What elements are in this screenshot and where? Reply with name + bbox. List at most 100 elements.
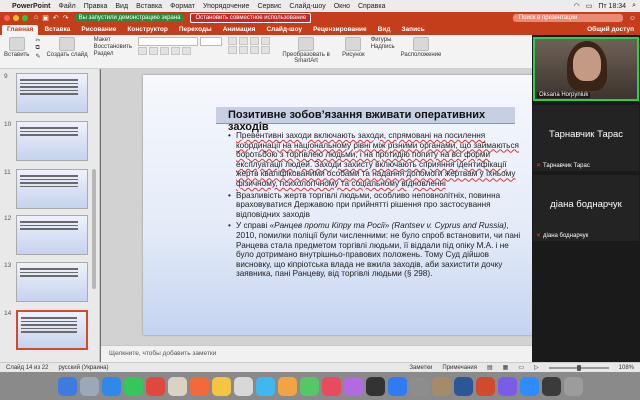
outdent-button[interactable]: [261, 37, 271, 45]
battery-icon[interactable]: ▭: [586, 2, 593, 10]
tab-draw[interactable]: Рисование: [76, 25, 121, 35]
photos-icon[interactable]: [277, 376, 297, 396]
search-input[interactable]: Поиск в презентации: [512, 14, 623, 22]
menu-edit[interactable]: Правка: [84, 3, 108, 10]
slide-thumbnail[interactable]: [16, 262, 88, 302]
minimize-window-button[interactable]: [13, 15, 19, 21]
zoom-app-icon[interactable]: [519, 376, 539, 396]
safari-icon[interactable]: [101, 376, 121, 396]
active-speaker-video[interactable]: Oksana Horpyniuk: [533, 37, 639, 101]
convert-smartart-button[interactable]: Преобразовать в SmartArt: [276, 37, 336, 64]
zoom-window-button[interactable]: [22, 15, 28, 21]
tv-icon[interactable]: [365, 376, 385, 396]
downloads-icon[interactable]: [541, 376, 561, 396]
justify-button[interactable]: [261, 46, 271, 54]
italic-button[interactable]: [149, 47, 159, 55]
tab-design[interactable]: Конструктор: [122, 25, 172, 35]
clock[interactable]: Пт 18:34: [598, 3, 626, 10]
layout-button[interactable]: Макет: [94, 37, 132, 43]
redo-icon[interactable]: ↷: [63, 14, 69, 22]
zoom-level[interactable]: 108%: [619, 365, 634, 371]
trash-icon[interactable]: [563, 376, 583, 396]
slideshow-view-icon[interactable]: ▷: [534, 364, 539, 371]
thumbnails-scrollbar[interactable]: [92, 169, 96, 289]
indent-button[interactable]: [250, 37, 260, 45]
underline-button[interactable]: [160, 47, 170, 55]
notes-pane[interactable]: Щелкните, чтобы добавить заметки: [101, 345, 532, 362]
podcasts-icon[interactable]: [343, 376, 363, 396]
slide-thumbnail-selected[interactable]: [16, 310, 88, 350]
reset-button[interactable]: Восстановить: [94, 44, 132, 50]
align-right-button[interactable]: [250, 46, 260, 54]
app-store-icon[interactable]: [387, 376, 407, 396]
menu-slideshow[interactable]: Слайд-шоу: [289, 3, 325, 10]
slide-body[interactable]: Превентивні заходи включають заходи, спр…: [228, 131, 522, 281]
finder-icon[interactable]: [57, 376, 77, 396]
slide-thumbnail[interactable]: [16, 169, 88, 209]
settings-icon[interactable]: [409, 376, 429, 396]
music-icon[interactable]: [321, 376, 341, 396]
slide[interactable]: Позитивне зобов’язання вживати оперативн…: [143, 75, 599, 335]
new-slide-button[interactable]: Создать слайд: [46, 37, 88, 58]
chrome-icon[interactable]: [145, 376, 165, 396]
reminders-icon[interactable]: [233, 376, 253, 396]
normal-view-icon[interactable]: ▤: [487, 364, 493, 371]
align-left-button[interactable]: [228, 46, 238, 54]
comments-toggle[interactable]: Примечания: [442, 365, 477, 371]
slide-title[interactable]: Позитивне зобов’язання вживати оперативн…: [216, 107, 515, 133]
menu-insert[interactable]: Вставка: [136, 3, 162, 10]
stop-sharing-button[interactable]: Остановить совместное использование: [190, 13, 312, 23]
tab-transitions[interactable]: Переходы: [174, 25, 217, 35]
menu-window[interactable]: Окно: [334, 3, 350, 10]
app-menu[interactable]: PowerPoint: [12, 3, 51, 10]
language-indicator[interactable]: русский (Украина): [58, 365, 108, 371]
close-window-button[interactable]: [4, 15, 10, 21]
undo-icon[interactable]: ↶: [53, 14, 59, 22]
numbering-button[interactable]: [239, 37, 249, 45]
shapes-button[interactable]: Фигуры: [371, 37, 395, 43]
paste-button[interactable]: Вставить: [4, 37, 29, 58]
bullets-button[interactable]: [228, 37, 238, 45]
menu-help[interactable]: Справка: [358, 3, 385, 10]
messages-icon[interactable]: [123, 376, 143, 396]
participant-tile[interactable]: діана боднарчук ✕ діана боднарчук: [533, 175, 639, 241]
viber-icon[interactable]: [497, 376, 517, 396]
arrange-button[interactable]: Расположение: [401, 37, 441, 58]
tab-animations[interactable]: Анимация: [218, 25, 261, 35]
font-color-button[interactable]: [182, 47, 192, 55]
slide-thumbnail[interactable]: [16, 121, 88, 161]
tab-home[interactable]: Главная: [2, 25, 39, 35]
launchpad-icon[interactable]: [79, 376, 99, 396]
tab-slideshow[interactable]: Слайд-шоу: [261, 25, 307, 35]
reading-view-icon[interactable]: ▭: [518, 364, 524, 371]
font-size-dropdown[interactable]: [200, 37, 223, 46]
notes-icon[interactable]: [211, 376, 231, 396]
strikethrough-button[interactable]: [171, 47, 181, 55]
tab-view[interactable]: Вид: [373, 25, 396, 35]
calendar-icon[interactable]: [189, 376, 209, 396]
search-icon[interactable]: ⌕: [632, 2, 636, 10]
wifi-icon[interactable]: ◠: [574, 2, 580, 10]
menu-arrange[interactable]: Упорядочение: [203, 3, 249, 10]
tab-record[interactable]: Запись: [396, 25, 429, 35]
align-center-button[interactable]: [239, 46, 249, 54]
font-family-dropdown[interactable]: [138, 37, 199, 46]
contacts-icon[interactable]: [167, 376, 187, 396]
save-icon[interactable]: ▣: [42, 14, 49, 22]
notes-toggle[interactable]: Заметки: [409, 365, 432, 371]
slide-thumbnail[interactable]: [16, 215, 88, 255]
menu-file[interactable]: Файл: [59, 3, 76, 10]
cut-icon[interactable]: ✂: [35, 37, 40, 44]
picture-button[interactable]: Рисунок: [342, 37, 365, 58]
kindle-icon[interactable]: [431, 376, 451, 396]
powerpoint-icon[interactable]: [475, 376, 495, 396]
participant-tile[interactable]: Тарнавчик Тарас ✕ Тарнавчик Тарас: [533, 105, 639, 171]
home-icon[interactable]: ⌂: [34, 14, 38, 22]
section-button[interactable]: Раздел: [94, 51, 132, 57]
menu-tools[interactable]: Сервис: [257, 3, 281, 10]
textbox-button[interactable]: Надпись: [371, 44, 395, 50]
menu-format[interactable]: Формат: [170, 3, 195, 10]
facetime-icon[interactable]: [299, 376, 319, 396]
bold-button[interactable]: [138, 47, 148, 55]
menu-view[interactable]: Вид: [115, 3, 128, 10]
